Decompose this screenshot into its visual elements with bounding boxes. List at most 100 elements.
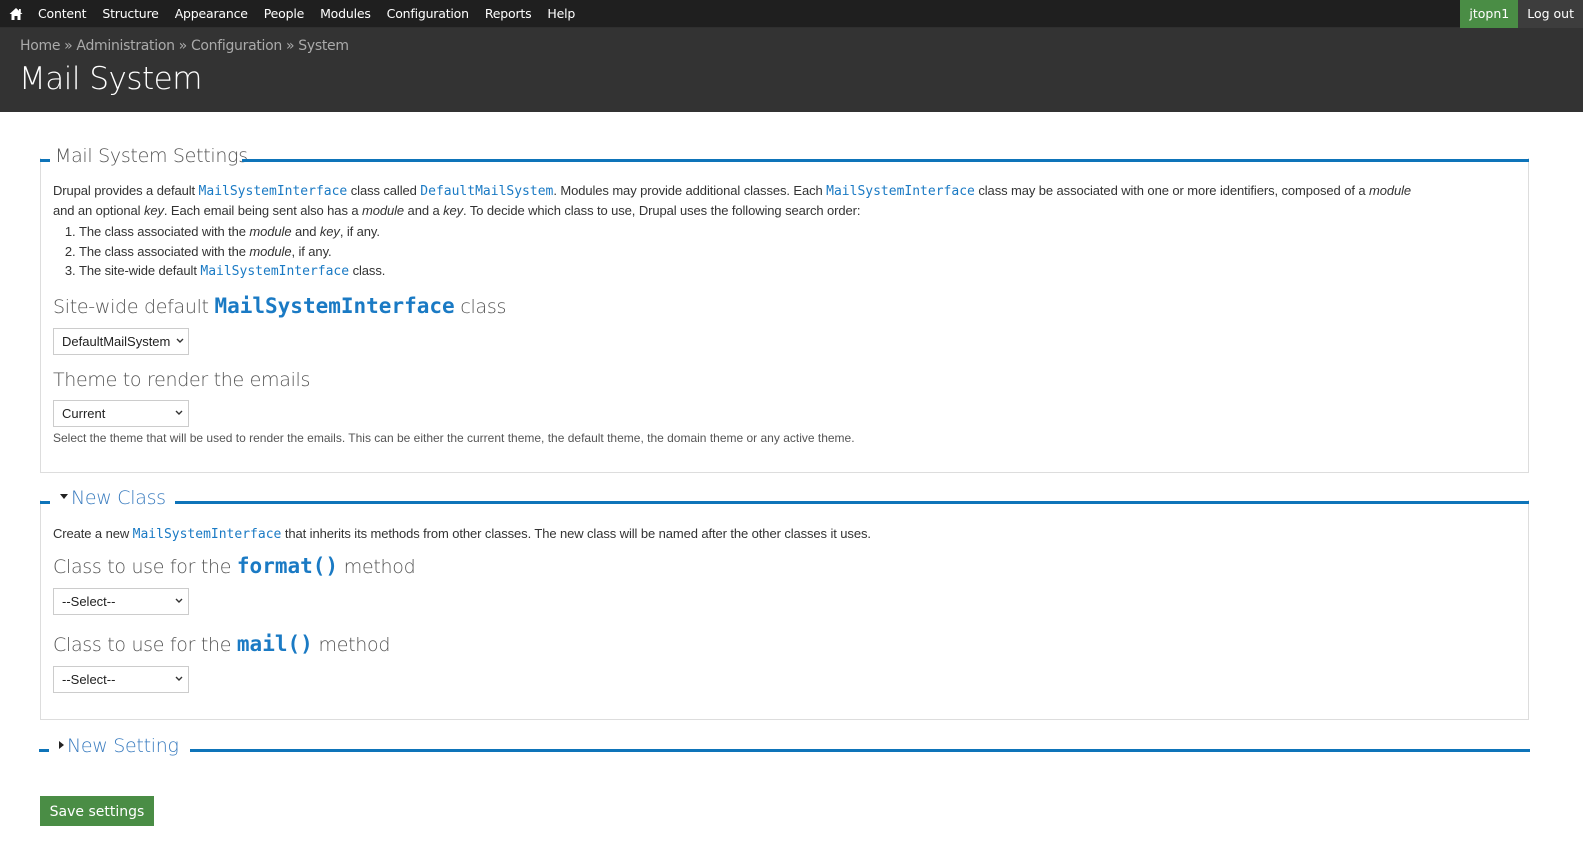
text: Class to use for the: [53, 634, 237, 656]
code-format: format(): [236, 554, 339, 578]
list-item: The site-wide default MailSystemInterfac…: [79, 261, 1523, 282]
mail-system-settings-fieldset: Mail System Settings Drupal provides a d…: [40, 145, 1529, 473]
code-mailsysteminterface: MailSystemInterface: [198, 184, 348, 199]
format-method-select[interactable]: --Select--: [53, 588, 189, 615]
legend-dash: [39, 749, 49, 752]
legend-rule: [242, 159, 1529, 162]
fieldset-legend-row: Mail System Settings: [40, 145, 1529, 175]
legend-rule: [190, 749, 1530, 752]
breadcrumb-separator: »: [178, 38, 188, 54]
list-item: The class associated with the module and…: [79, 222, 1523, 242]
text: Drupal provides a default: [53, 183, 199, 198]
selected-value: --Select--: [62, 672, 116, 687]
text: . Modules may provide additional classes…: [553, 183, 827, 198]
text: The site-wide default: [79, 263, 201, 278]
text: class may be associated with one or more…: [974, 183, 1369, 198]
text: class called: [347, 183, 421, 198]
code-mail: mail(): [236, 632, 313, 656]
description-line-2: and an optional key. Each email being se…: [53, 201, 1523, 220]
chevron-down-icon: [175, 676, 183, 681]
list-item: The class associated with the module, if…: [79, 242, 1523, 262]
home-icon[interactable]: [9, 7, 23, 21]
search-order-list: The class associated with the module and…: [53, 222, 1523, 282]
emphasis: module: [1369, 183, 1412, 198]
breadcrumb-administration[interactable]: Administration: [76, 38, 175, 54]
user-account-link[interactable]: jtopn1: [1460, 0, 1519, 28]
text: . To decide which class to use, Drupal u…: [463, 203, 861, 218]
emphasis: module: [362, 203, 405, 218]
code-mailsysteminterface: MailSystemInterface: [200, 264, 350, 279]
breadcrumb: Home» Administration» Configuration» System: [20, 38, 349, 54]
emphasis: module: [249, 224, 292, 239]
new-setting-legend-toggle[interactable]: New Setting: [59, 735, 179, 757]
menu-item-help[interactable]: Help: [539, 0, 583, 28]
legend-label: New Setting: [67, 735, 179, 757]
code-defaultmailsystem: DefaultMailSystem: [420, 184, 554, 199]
text: method: [312, 634, 391, 656]
text: Class to use for the: [53, 556, 237, 578]
page-title: Mail System: [19, 61, 202, 97]
new-class-legend-toggle[interactable]: New Class: [60, 487, 166, 509]
logout-link[interactable]: Log out: [1518, 0, 1583, 28]
text: and an optional: [53, 203, 144, 218]
site-default-label: Site-wide default MailSystemInterface cl…: [53, 294, 506, 318]
chevron-down-icon: [175, 410, 183, 415]
legend-rule: [175, 501, 1529, 504]
page-header: Home» Administration» Configuration» System…: [0, 28, 1583, 112]
breadcrumb-configuration[interactable]: Configuration: [191, 38, 282, 54]
new-class-description: Create a new MailSystemInterface that in…: [53, 524, 871, 544]
selected-value: DefaultMailSystem: [62, 334, 171, 349]
selected-value: --Select--: [62, 594, 116, 609]
breadcrumb-system[interactable]: System: [298, 38, 349, 54]
code-mailsysteminterface: MailSystemInterface: [132, 527, 282, 542]
save-settings-button[interactable]: Save settings: [40, 796, 154, 826]
mail-system-description: Drupal provides a default MailSystemInte…: [53, 181, 1523, 282]
selected-value: Current: [62, 406, 106, 421]
breadcrumb-separator: »: [64, 38, 73, 54]
chevron-down-icon: [176, 338, 184, 343]
text: Create a new: [53, 526, 133, 541]
site-default-class-select[interactable]: DefaultMailSystem: [53, 328, 189, 355]
menu-item-content[interactable]: Content: [30, 0, 94, 28]
text: class: [454, 296, 507, 318]
emphasis: module: [249, 243, 292, 259]
menu-item-people[interactable]: People: [256, 0, 312, 28]
format-method-label: Class to use for the format() method: [53, 554, 416, 578]
legend-label: New Class: [71, 487, 166, 509]
menu-item-reports[interactable]: Reports: [477, 0, 540, 28]
menu-item-structure[interactable]: Structure: [94, 0, 166, 28]
emphasis: key: [319, 224, 340, 239]
description-line-1: Drupal provides a default MailSystemInte…: [53, 181, 1523, 201]
mail-system-settings-legend: Mail System Settings: [55, 145, 248, 167]
fieldset-legend-row: New Class: [40, 487, 1529, 517]
text: Site-wide default: [53, 296, 215, 318]
menu-item-configuration[interactable]: Configuration: [379, 0, 477, 28]
emphasis: key: [443, 203, 464, 218]
new-setting-fieldset: New Setting: [39, 735, 1530, 765]
emphasis: key: [143, 203, 164, 218]
caret-right-icon: [59, 740, 64, 749]
mail-method-select[interactable]: --Select--: [53, 666, 189, 693]
text: , if any.: [339, 224, 380, 239]
toolbar-user-area: jtopn1 Log out: [1460, 0, 1583, 28]
text: The class associated with the: [79, 243, 250, 259]
legend-dash: [40, 159, 50, 162]
mail-method-label: Class to use for the mail() method: [53, 632, 390, 656]
text: , if any.: [291, 243, 332, 259]
text: class.: [349, 263, 386, 278]
legend-dash: [40, 501, 50, 504]
text: method: [338, 556, 416, 578]
breadcrumb-home[interactable]: Home: [20, 38, 60, 54]
chevron-down-icon: [175, 598, 183, 603]
text: and: [291, 224, 320, 239]
admin-toolbar: Content Structure Appearance People Modu…: [0, 0, 1583, 28]
toolbar-menu: Content Structure Appearance People Modu…: [30, 0, 583, 28]
code-mailsysteminterface: MailSystemInterface: [826, 184, 975, 199]
breadcrumb-separator: »: [285, 38, 295, 54]
theme-label: Theme to render the emails: [53, 369, 311, 391]
menu-item-modules[interactable]: Modules: [312, 0, 379, 28]
theme-select[interactable]: Current: [53, 400, 189, 427]
menu-item-appearance[interactable]: Appearance: [167, 0, 256, 28]
text: and a: [404, 203, 444, 218]
theme-help-text: Select the theme that will be used to re…: [53, 431, 855, 445]
